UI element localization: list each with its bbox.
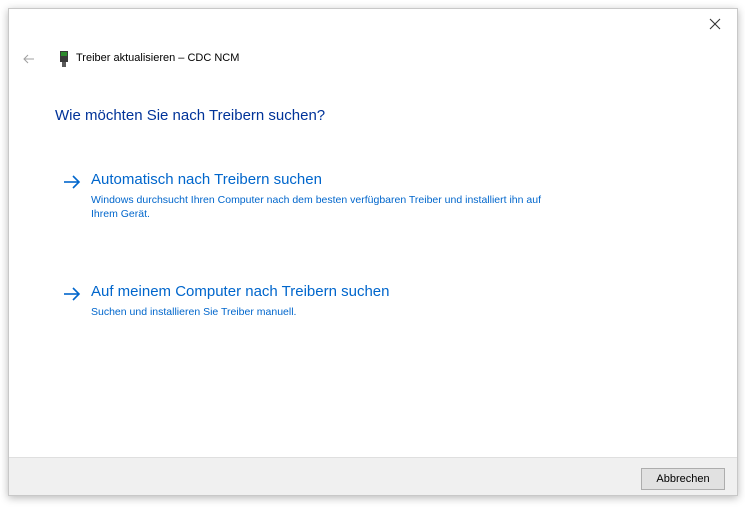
option-auto-search-title: Automatisch nach Treibern suchen xyxy=(91,171,322,188)
right-arrow-icon xyxy=(64,175,81,189)
cancel-button[interactable]: Abbrechen xyxy=(641,468,725,490)
dialog-header: Treiber aktualisieren – CDC NCM xyxy=(9,47,737,71)
option-browse-computer-description: Suchen und installieren Sie Treiber manu… xyxy=(91,306,297,318)
dialog-footer: Abbrechen xyxy=(9,457,737,495)
back-button[interactable] xyxy=(19,49,39,69)
close-icon xyxy=(709,18,721,30)
dialog-title: Treiber aktualisieren – CDC NCM xyxy=(76,52,240,64)
usb-device-icon xyxy=(60,51,68,67)
update-driver-dialog: Treiber aktualisieren – CDC NCM Wie möch… xyxy=(8,8,738,496)
option-auto-search-description: Windows durchsucht Ihren Computer nach d… xyxy=(91,194,541,220)
back-arrow-icon xyxy=(23,54,34,64)
right-arrow-icon xyxy=(64,287,81,301)
close-button[interactable] xyxy=(693,9,737,39)
search-question-heading: Wie möchten Sie nach Treibern suchen? xyxy=(55,107,326,124)
option-browse-computer-title: Auf meinem Computer nach Treibern suchen xyxy=(91,283,390,300)
